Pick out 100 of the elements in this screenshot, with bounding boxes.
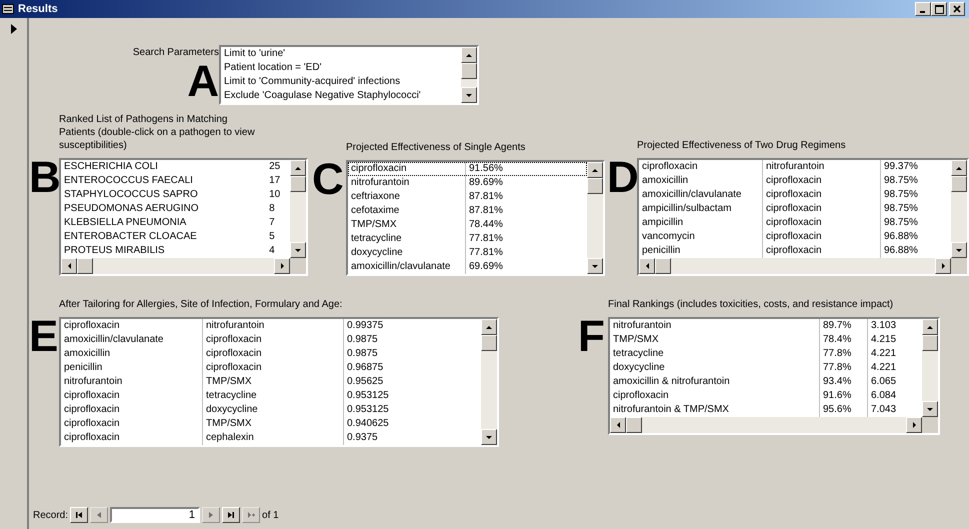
list-cell-text: 4.221 bbox=[870, 361, 898, 375]
scroll-up-button[interactable] bbox=[951, 160, 967, 176]
list-item[interactable]: amoxicillin & nitrofurantoin 93.4% 6.065 bbox=[610, 375, 922, 389]
list-item[interactable]: ampicillin ciprofloxacin 98.75% bbox=[639, 216, 951, 230]
scrollbar-thumb[interactable] bbox=[951, 176, 967, 192]
list-item[interactable]: TMP/SMX 78.4% 4.215 bbox=[610, 333, 922, 347]
right-arrow-icon bbox=[939, 262, 947, 270]
list-item[interactable]: tetracycline 77.81% bbox=[348, 232, 587, 246]
scroll-down-button[interactable] bbox=[290, 242, 306, 258]
scrollbar-thumb[interactable] bbox=[77, 258, 93, 274]
record-nav-button[interactable] bbox=[222, 507, 240, 523]
list-box[interactable]: nitrofurantoin 89.7% 3.103 TMP/SMX 78.4% 4.215 tetracycline 77.8% 4.221 doxycycline 77.8% 4.221 amoxicillin & nitrofurantoin 93.4% 6.065 ciprofloxacin 91.6% 6.084 nitrofurantoin & TMP/SMX 95.6% 7.043 bbox=[608, 317, 940, 435]
list-item[interactable]: ciprofloxacin cephalexin 0.9375 bbox=[61, 431, 481, 445]
list-item[interactable]: amoxicillin ciprofloxacin 0.9875 bbox=[61, 347, 481, 361]
scroll-right-button[interactable] bbox=[935, 258, 951, 274]
scroll-up-button[interactable] bbox=[922, 319, 938, 335]
scrollbar-thumb[interactable] bbox=[922, 335, 938, 351]
scrollbar-thumb[interactable] bbox=[587, 178, 603, 194]
list-box[interactable]: ESCHERICHIA COLI 25 ENTEROCOCCUS FAECALI 17 STAPHYLOCOCCUS SAPRO 10 PSEUDOMONAS AERUGINO 8 KLEBSIELLA PNEUMONIA 7 ENTEROBACTER CLOACAE 5 PROTEUS MIRABILIS 4 bbox=[59, 158, 308, 276]
list-item[interactable]: KLEBSIELLA PNEUMONIA 7 bbox=[61, 216, 290, 230]
list-item[interactable]: tetracycline 77.8% 4.221 bbox=[610, 347, 922, 361]
list-box[interactable] bbox=[59, 317, 499, 447]
list-item[interactable]: amoxicillin/clavulanate ciprofloxacin 98.75% bbox=[639, 188, 951, 202]
vertical-scrollbar[interactable] bbox=[481, 319, 497, 445]
list-item[interactable]: vancomycin ciprofloxacin 96.88% bbox=[639, 230, 951, 244]
horizontal-scrollbar[interactable] bbox=[610, 417, 922, 433]
list-item[interactable]: ciprofloxacin 91.6% 6.084 bbox=[610, 389, 922, 403]
list-cell: ciprofloxacin bbox=[610, 389, 820, 403]
list-cell-text: 78.44% bbox=[468, 218, 504, 232]
list-item[interactable]: PSEUDOMONAS AERUGINO 8 bbox=[61, 202, 290, 216]
scroll-down-button[interactable] bbox=[587, 258, 603, 274]
close-button[interactable] bbox=[949, 2, 965, 16]
list-box[interactable]: ciprofloxacin 91.56% nitrofurantoin 89.69% ceftriaxone 87.81% cefotaxime 87.81% TMP/SMX 78.44% tetracycline 77.81% doxycycline 77.81% amoxicillin/clavulanate 69.69% bbox=[346, 160, 605, 276]
vertical-scrollbar[interactable] bbox=[290, 160, 306, 258]
list-item[interactable]: nitrofurantoin TMP/SMX 0.95625 bbox=[61, 375, 481, 389]
list-item[interactable]: STAPHYLOCOCCUS SAPRO 10 bbox=[61, 188, 290, 202]
list-cell-text: STAPHYLOCOCCUS SAPRO bbox=[63, 188, 199, 202]
list-item[interactable]: TMP/SMX 78.44% bbox=[348, 218, 587, 232]
maximize-button[interactable] bbox=[931, 2, 947, 16]
scroll-right-button[interactable] bbox=[906, 417, 922, 433]
horizontal-scrollbar[interactable] bbox=[639, 258, 951, 274]
list-item[interactable]: doxycycline 77.81% bbox=[348, 246, 587, 260]
scrollbar-thumb[interactable] bbox=[481, 335, 497, 351]
vertical-scrollbar[interactable] bbox=[951, 160, 967, 258]
list-item[interactable]: cefotaxime 87.81% bbox=[348, 204, 587, 218]
list-item[interactable]: nitrofurantoin 89.7% 3.103 bbox=[610, 319, 922, 333]
list-cell-text: 0.95625 bbox=[346, 375, 384, 389]
list-item[interactable]: PROTEUS MIRABILIS 4 bbox=[61, 244, 290, 258]
scroll-up-button[interactable] bbox=[290, 160, 306, 176]
scroll-up-button[interactable] bbox=[587, 162, 603, 178]
list-item[interactable]: ciprofloxacin doxycycline 0.953125 bbox=[61, 403, 481, 417]
list-item[interactable]: doxycycline 77.8% 4.221 bbox=[610, 361, 922, 375]
record-nav-button[interactable] bbox=[70, 507, 88, 523]
list-item[interactable]: ENTEROBACTER CLOACAE 5 bbox=[61, 230, 290, 244]
scrollbar-thumb[interactable] bbox=[461, 63, 477, 79]
vertical-scrollbar[interactable] bbox=[587, 162, 603, 274]
list-cell: ciprofloxacin bbox=[203, 361, 344, 375]
scroll-left-button[interactable] bbox=[639, 258, 655, 274]
list-item[interactable]: penicillin ciprofloxacin 0.96875 bbox=[61, 361, 481, 375]
scroll-left-button[interactable] bbox=[61, 258, 77, 274]
scroll-down-button[interactable] bbox=[481, 429, 497, 445]
list-item[interactable]: ciprofloxacin tetracycline 0.953125 bbox=[61, 389, 481, 403]
list-box[interactable] bbox=[637, 158, 969, 276]
scroll-down-button[interactable] bbox=[461, 87, 477, 103]
vertical-scrollbar[interactable] bbox=[922, 319, 938, 417]
list-cell-text: ENTEROBACTER CLOACAE bbox=[63, 230, 198, 244]
scroll-right-button[interactable] bbox=[274, 258, 290, 274]
scrollbar-thumb[interactable] bbox=[655, 258, 671, 274]
vertical-scrollbar[interactable] bbox=[461, 47, 477, 103]
list-item[interactable]: ciprofloxacin nitrofurantoin 0.99375 bbox=[61, 319, 481, 333]
list-cell-text: 98.75% bbox=[883, 174, 919, 188]
list-cell: doxycycline bbox=[203, 403, 344, 417]
list-cell: TMP/SMX bbox=[203, 375, 344, 389]
list-item[interactable]: ciprofloxacin nitrofurantoin 99.37% bbox=[639, 160, 951, 174]
list-cell: tetracycline bbox=[203, 389, 344, 403]
up-arrow-icon bbox=[465, 51, 473, 59]
horizontal-scrollbar[interactable] bbox=[61, 258, 290, 274]
scroll-up-button[interactable] bbox=[461, 47, 477, 63]
next-record-icon bbox=[207, 511, 216, 519]
scroll-left-button[interactable] bbox=[610, 417, 626, 433]
list-item[interactable]: amoxicillin/clavulanate 69.69% bbox=[348, 260, 587, 274]
list-item[interactable]: ceftriaxone 87.81% bbox=[348, 190, 587, 204]
list-item[interactable]: amoxicillin/clavulanate ciprofloxacin 0.9875 bbox=[61, 333, 481, 347]
scroll-down-button[interactable] bbox=[922, 401, 938, 417]
list-item[interactable]: ENTEROCOCCUS FAECALI 17 bbox=[61, 174, 290, 188]
list-item[interactable]: ciprofloxacin TMP/SMX 0.940625 bbox=[61, 417, 481, 431]
list-box[interactable]: Limit to 'urine' Patient location = 'ED' Limit to 'Community-acquired' infections Exclude 'Coagulase Negative Staphylococci' bbox=[219, 45, 479, 105]
scrollbar-thumb[interactable] bbox=[626, 417, 642, 433]
record-number-field[interactable]: 1 bbox=[110, 507, 200, 523]
scrollbar-thumb[interactable] bbox=[290, 176, 306, 192]
scroll-up-button[interactable] bbox=[481, 319, 497, 335]
list-item[interactable]: amoxicillin ciprofloxacin 98.75% bbox=[639, 174, 951, 188]
list-item[interactable]: ESCHERICHIA COLI 25 bbox=[61, 160, 290, 174]
minimize-button[interactable] bbox=[915, 2, 931, 16]
list-item[interactable]: ciprofloxacin 91.56% bbox=[348, 162, 587, 176]
list-item[interactable]: nitrofurantoin 89.69% bbox=[348, 176, 587, 190]
scroll-down-button[interactable] bbox=[951, 242, 967, 258]
list-cell-text: 0.9375 bbox=[346, 431, 379, 445]
list-item[interactable]: ampicillin/sulbactam ciprofloxacin 98.75% bbox=[639, 202, 951, 216]
list-cell: nitrofurantoin bbox=[763, 160, 881, 174]
